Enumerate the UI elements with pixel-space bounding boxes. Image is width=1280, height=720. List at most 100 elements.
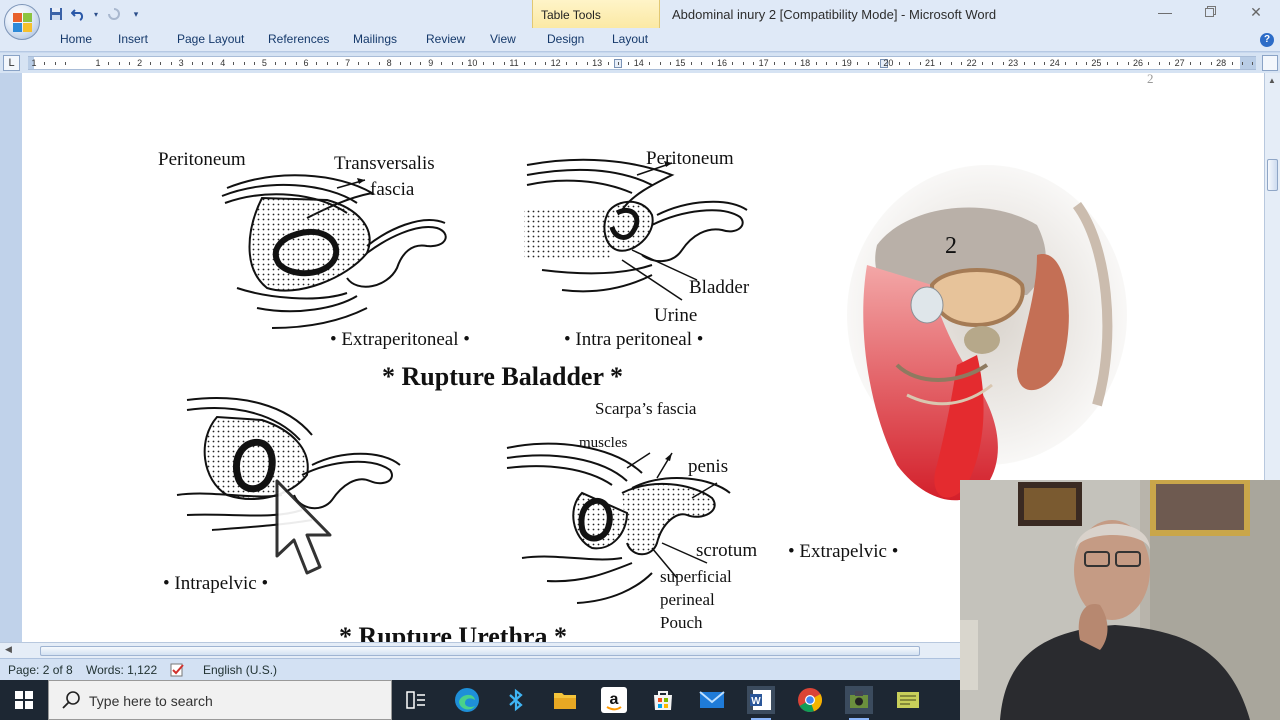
- ruler-number: 27: [1174, 58, 1185, 68]
- label-peritoneum-2: Peritoneum: [646, 148, 734, 169]
- ruler-tick: [1127, 62, 1129, 65]
- ruler-tick: [1148, 62, 1150, 65]
- ruler-tick: [191, 62, 193, 65]
- label-penis: penis: [688, 456, 729, 477]
- figure-number: 2: [945, 233, 957, 259]
- ruler-number: 13: [592, 58, 603, 68]
- ruler-number: 6: [303, 58, 309, 68]
- ruler-number: 5: [261, 58, 267, 68]
- ruler-tick: [295, 62, 297, 65]
- ruler-tick: [618, 62, 619, 65]
- office-button[interactable]: [4, 4, 40, 40]
- label-superficial: superficial: [660, 567, 732, 586]
- ruler-tick: [1065, 62, 1067, 65]
- ruler-tick: [576, 62, 578, 65]
- camera-app-icon[interactable]: [845, 686, 873, 720]
- tab-page-layout[interactable]: Page Layout: [177, 32, 244, 46]
- tab-layout[interactable]: Layout: [612, 32, 648, 46]
- ruler-tick: [368, 62, 370, 65]
- start-button[interactable]: [0, 680, 48, 720]
- label-intraperitoneal: • Intra peritoneal •: [564, 329, 704, 350]
- search-placeholder: Type here to search: [89, 693, 213, 709]
- ruler-tick: [170, 62, 172, 65]
- horizontal-scroll-thumb[interactable]: [40, 646, 920, 656]
- task-view-icon[interactable]: [402, 686, 430, 714]
- label-perineal: perineal: [660, 590, 715, 609]
- ruler-tick: [316, 62, 318, 65]
- help-icon[interactable]: ?: [1260, 33, 1274, 47]
- view-ruler-button[interactable]: [1262, 55, 1278, 71]
- notes-app-icon[interactable]: [894, 686, 922, 714]
- undo-icon[interactable]: [70, 6, 86, 22]
- ruler-tick: [1200, 62, 1202, 65]
- ruler-number: 1: [31, 58, 37, 68]
- ruler-tick: [701, 62, 703, 65]
- save-icon[interactable]: [48, 6, 64, 22]
- label-fascia: fascia: [370, 179, 415, 200]
- vertical-scroll-thumb[interactable]: [1267, 159, 1278, 191]
- ruler-number: 28: [1216, 58, 1227, 68]
- minimize-button[interactable]: —: [1155, 4, 1175, 20]
- scroll-left-icon[interactable]: ◀: [5, 644, 12, 655]
- ruler-tick: [919, 62, 921, 65]
- file-explorer-icon[interactable]: [551, 686, 579, 714]
- mouse-pointer-icon: [275, 479, 332, 575]
- redo-icon[interactable]: [106, 6, 122, 22]
- word-icon[interactable]: W: [747, 686, 775, 720]
- tab-references[interactable]: References: [268, 32, 329, 46]
- tab-insert[interactable]: Insert: [118, 32, 148, 46]
- ruler-tick: [233, 62, 235, 65]
- mail-icon[interactable]: [698, 686, 726, 714]
- ruler-tick: [607, 62, 609, 65]
- customize-qat-icon[interactable]: ▾: [128, 6, 144, 22]
- tab-view[interactable]: View: [490, 32, 516, 46]
- presenter-webcam: [960, 480, 1280, 720]
- ruler-number: 18: [800, 58, 811, 68]
- ruler-tick: [961, 62, 963, 65]
- ruler-tick: [212, 62, 214, 65]
- tab-home[interactable]: Home: [60, 32, 92, 46]
- amazon-icon[interactable]: a: [600, 686, 628, 714]
- ruler-number: 3: [178, 58, 184, 68]
- ruler-tick: [524, 62, 526, 65]
- edge-icon[interactable]: [453, 686, 481, 714]
- ruler-tick: [815, 62, 817, 65]
- window-title: Abdominal inury 2 [Compatibility Mode] -…: [672, 7, 997, 22]
- taskbar-search-box[interactable]: Type here to search: [48, 680, 392, 720]
- tab-selector-button[interactable]: L: [3, 55, 20, 71]
- ruler-number: 24: [1049, 58, 1060, 68]
- label-intrapelvic: • Intrapelvic •: [163, 573, 269, 594]
- ruler-tick: [909, 62, 911, 65]
- word-count[interactable]: Words: 1,122: [86, 663, 157, 677]
- page-count[interactable]: Page: 2 of 8: [8, 663, 73, 677]
- ruler-tick: [878, 62, 879, 65]
- ruler-tick: [65, 62, 67, 65]
- bluetooth-app-icon[interactable]: [502, 686, 530, 714]
- tab-design[interactable]: Design: [547, 32, 584, 46]
- label-peritoneum-1: Peritoneum: [158, 149, 246, 170]
- chrome-icon[interactable]: [796, 686, 824, 714]
- ruler-tick: [732, 62, 734, 65]
- ruler-tick: [358, 62, 359, 65]
- restore-button[interactable]: [1200, 4, 1220, 20]
- ruler-number: 8: [386, 58, 392, 68]
- scroll-up-icon[interactable]: ▲: [1268, 76, 1276, 85]
- tab-review[interactable]: Review: [426, 32, 465, 46]
- ruler-tick: [1242, 62, 1243, 65]
- horizontal-ruler[interactable]: 1 1 2 3 4 5 6 7 8 9 10 11 12 13 14 15 16 17 18 19 20 21 22 23 24…: [28, 56, 1256, 70]
- ruler-tick: [1002, 62, 1004, 65]
- ruler-tick: [150, 62, 151, 65]
- page-corner-number: 2: [1147, 73, 1154, 86]
- ruler-tick: [1106, 62, 1108, 65]
- store-icon[interactable]: [649, 686, 677, 714]
- label-bladder: Bladder: [689, 277, 750, 298]
- tab-mailings[interactable]: Mailings: [353, 32, 397, 46]
- undo-dropdown-icon[interactable]: ▾: [92, 6, 100, 22]
- ruler-tick: [992, 62, 994, 65]
- ruler-tick: [1086, 62, 1087, 65]
- language-indicator[interactable]: English (U.S.): [203, 663, 277, 677]
- ruler-tick: [784, 62, 786, 65]
- close-button[interactable]: ✕: [1246, 4, 1266, 21]
- proofing-icon[interactable]: [170, 662, 186, 678]
- ruler-tick: [867, 62, 869, 65]
